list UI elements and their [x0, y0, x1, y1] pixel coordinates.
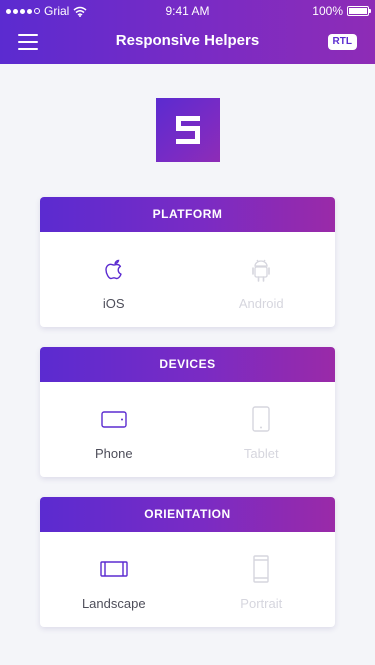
option-tablet[interactable]: Tablet	[188, 382, 336, 477]
orientation-card: ORIENTATION Landscape Portrait	[40, 497, 335, 627]
navigation-bar: Responsive Helpers RTL	[0, 22, 375, 62]
landscape-icon	[100, 561, 128, 577]
devices-card: DEVICES Phone Tablet	[40, 347, 335, 477]
status-right: 100%	[312, 0, 371, 22]
option-label: iOS	[102, 296, 125, 311]
option-portrait[interactable]: Portrait	[188, 532, 336, 627]
option-label: Portrait	[240, 596, 283, 611]
card-title: PLATFORM	[40, 197, 335, 232]
card-title: ORIENTATION	[40, 497, 335, 532]
portrait-icon	[253, 555, 269, 583]
option-label: Tablet	[243, 446, 279, 461]
app-logo	[156, 98, 220, 162]
phone-icon	[101, 411, 127, 428]
option-label: Phone	[94, 446, 133, 461]
card-body: Landscape Portrait	[40, 532, 335, 627]
status-bar: Grial 9:41 AM 100%	[0, 0, 375, 22]
card-body: Phone Tablet	[40, 382, 335, 477]
rtl-toggle-button[interactable]: RTL	[327, 34, 357, 50]
grial-logo-icon	[176, 116, 200, 144]
option-android[interactable]: Android	[188, 232, 336, 327]
option-phone[interactable]: Phone	[40, 382, 188, 477]
option-landscape[interactable]: Landscape	[40, 532, 188, 627]
option-label: Android	[238, 296, 284, 311]
battery-percent: 100%	[312, 4, 343, 18]
page-title: Responsive Helpers	[115, 32, 260, 49]
option-label: Landscape	[81, 596, 146, 611]
app-header: Grial 9:41 AM 100% Responsive Helpers RT…	[0, 0, 375, 64]
option-ios[interactable]: iOS	[40, 232, 188, 327]
tablet-icon	[252, 406, 270, 432]
card-title: DEVICES	[40, 347, 335, 382]
android-icon	[252, 259, 271, 282]
apple-icon	[105, 259, 122, 280]
card-body: iOS Android	[40, 232, 335, 327]
platform-card: PLATFORM iOS Android	[40, 197, 335, 327]
battery-icon	[347, 6, 371, 16]
